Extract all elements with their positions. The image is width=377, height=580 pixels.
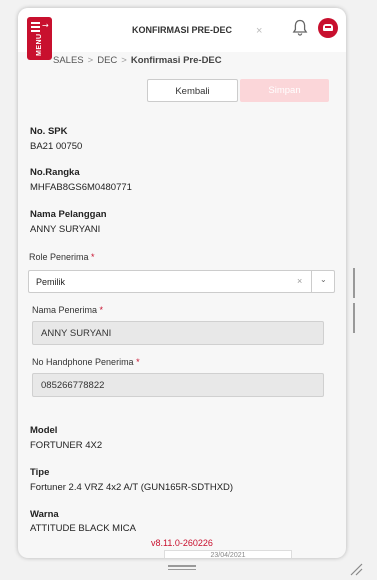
receiver-name-field[interactable]: ANNY SURYANI bbox=[32, 321, 324, 345]
peek-field: 23/04/2021 bbox=[164, 550, 292, 558]
role-select-value: Pemilik bbox=[36, 277, 66, 287]
receiver-phone-label-text: No Handphone Penerima bbox=[32, 357, 134, 367]
breadcrumb-item-current: Konfirmasi Pre-DEC bbox=[130, 55, 222, 66]
save-button[interactable]: Simpan bbox=[240, 79, 329, 102]
car-icon bbox=[323, 24, 333, 31]
side-drag-handle[interactable] bbox=[353, 268, 359, 333]
top-bar: → MENU KONFIRMASI PRE-DEC × bbox=[18, 8, 346, 60]
breadcrumb: SALES > DEC > Konfirmasi Pre-DEC bbox=[53, 55, 222, 66]
resize-grip-icon[interactable] bbox=[349, 562, 363, 576]
receiver-name-value: ANNY SURYANI bbox=[41, 328, 112, 339]
receiver-phone-label: No Handphone Penerima * bbox=[32, 357, 140, 367]
type-label: Tipe bbox=[30, 467, 50, 478]
role-select[interactable]: Pemilik × ⌄ bbox=[28, 270, 335, 293]
receiver-name-label-text: Nama Penerima bbox=[32, 305, 98, 315]
receiver-phone-field[interactable]: 085266778822 bbox=[32, 373, 324, 397]
tab-close-button[interactable]: × bbox=[256, 25, 262, 37]
required-mark: * bbox=[136, 357, 140, 367]
spk-value: BA21 00750 bbox=[30, 141, 83, 152]
color-value: ATTITUDE BLACK MICA bbox=[30, 523, 136, 534]
rangka-value: MHFAB8GS6M0480771 bbox=[30, 182, 132, 193]
model-value: FORTUNER 4X2 bbox=[30, 440, 103, 451]
required-mark: * bbox=[99, 305, 104, 315]
required-mark: * bbox=[91, 252, 95, 262]
app-window: → MENU KONFIRMASI PRE-DEC × SALES > DEC > Ko… bbox=[18, 8, 346, 558]
receiver-name-label: Nama Penerima * bbox=[32, 305, 103, 315]
version-label: v8.11.0-260226 bbox=[151, 538, 213, 548]
user-avatar[interactable] bbox=[318, 18, 338, 38]
customer-label: Nama Pelanggan bbox=[30, 209, 107, 220]
role-label: Role Penerima * bbox=[29, 252, 95, 262]
receiver-phone-value: 085266778822 bbox=[41, 380, 105, 391]
select-divider bbox=[311, 271, 312, 292]
menu-label: MENU bbox=[36, 33, 43, 56]
color-label: Warna bbox=[30, 509, 59, 520]
role-label-text: Role Penerima bbox=[29, 252, 89, 262]
breadcrumb-item-sales[interactable]: SALES bbox=[53, 55, 84, 66]
breadcrumb-separator: > bbox=[121, 55, 127, 66]
clear-icon[interactable]: × bbox=[297, 276, 302, 286]
type-value: Fortuner 2.4 VRZ 4x2 A/T (GUN165R-SDTHXD… bbox=[30, 482, 234, 493]
bottom-drag-handle[interactable] bbox=[168, 565, 196, 571]
chevron-down-icon[interactable]: ⌄ bbox=[320, 275, 327, 284]
menu-button[interactable]: → MENU bbox=[27, 17, 52, 60]
bell-icon[interactable] bbox=[292, 19, 308, 37]
customer-value: ANNY SURYANI bbox=[30, 224, 101, 235]
spk-label: No. SPK bbox=[30, 126, 68, 137]
breadcrumb-separator: > bbox=[87, 55, 94, 66]
back-button[interactable]: Kembali bbox=[147, 79, 238, 102]
breadcrumb-item-dec[interactable]: DEC bbox=[97, 55, 117, 66]
model-label: Model bbox=[30, 425, 58, 436]
rangka-label: No.Rangka bbox=[30, 167, 80, 178]
